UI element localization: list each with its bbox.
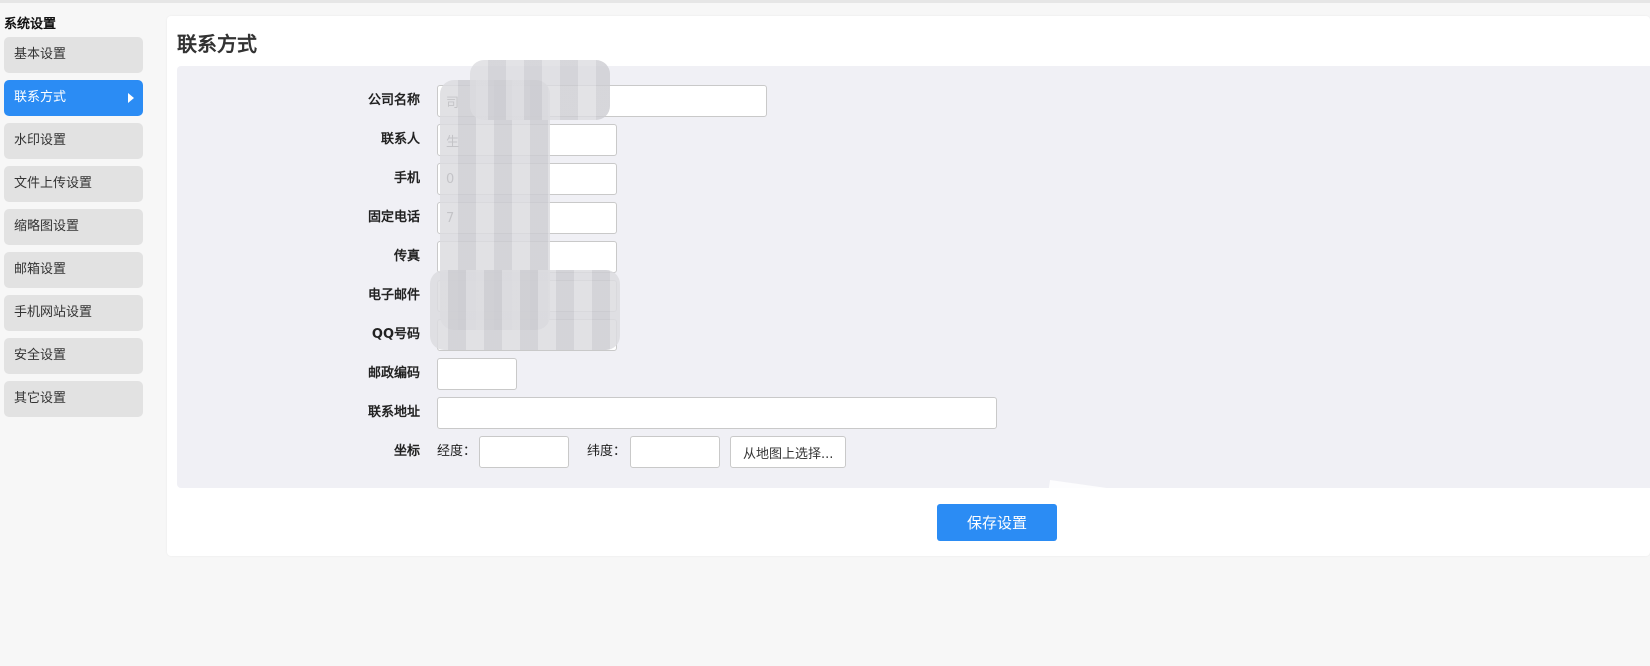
sidebar-item-label: 基本设置 <box>14 47 67 62</box>
longitude-input[interactable] <box>479 436 569 468</box>
sidebar-item-file-upload[interactable]: 文件上传设置 <box>4 166 143 202</box>
form-row-qq: QQ号码 <box>177 319 1177 351</box>
select-from-map-button[interactable]: 从地图上选择... <box>730 436 847 468</box>
coordinates-label: 坐标 <box>393 444 420 459</box>
qq-label: QQ号码 <box>371 327 420 342</box>
sidebar-item-contact[interactable]: 联系方式 <box>4 80 143 116</box>
sidebar-item-mobile-site[interactable]: 手机网站设置 <box>4 295 143 331</box>
sidebar: 系统设置 基本设置 联系方式 水印设置 文件上传设置 缩略图设置 邮箱设置 手机… <box>4 15 144 424</box>
sidebar-item-thumbnail[interactable]: 缩略图设置 <box>4 209 143 245</box>
sidebar-item-label: 手机网站设置 <box>14 305 93 320</box>
sidebar-item-other[interactable]: 其它设置 <box>4 381 143 417</box>
form-row-email: 电子邮件 <box>177 280 1177 312</box>
contact-form: 公司名称 联系人 手机 固定电话 传真 电子邮件 QQ号码 <box>177 66 1650 488</box>
caret-right-icon <box>128 93 134 103</box>
save-settings-button[interactable]: 保存设置 <box>937 504 1057 541</box>
mobile-input[interactable] <box>437 163 617 195</box>
form-row-fax: 传真 <box>177 241 1177 273</box>
sidebar-item-label: 安全设置 <box>14 348 67 363</box>
postcode-input[interactable] <box>437 358 517 390</box>
page-title: 联系方式 <box>177 32 257 56</box>
address-input[interactable] <box>437 397 997 429</box>
sidebar-item-watermark[interactable]: 水印设置 <box>4 123 143 159</box>
form-row-phone: 固定电话 <box>177 202 1177 234</box>
latitude-label: 纬度： <box>587 444 627 459</box>
qq-input[interactable] <box>437 319 617 351</box>
sidebar-title: 系统设置 <box>4 17 57 32</box>
address-label: 联系地址 <box>367 405 420 420</box>
contact-person-label: 联系人 <box>380 132 420 147</box>
form-row-contact-person: 联系人 <box>177 124 1177 156</box>
form-row-coordinates: 坐标 经度： 纬度： 从地图上选择... <box>177 436 1177 468</box>
sidebar-item-label: 其它设置 <box>14 391 67 406</box>
sidebar-item-basic-settings[interactable]: 基本设置 <box>4 37 143 73</box>
form-row-mobile: 手机 <box>177 163 1177 195</box>
fax-label: 传真 <box>393 249 420 264</box>
top-strip <box>0 0 1650 3</box>
fax-input[interactable] <box>437 241 617 273</box>
phone-input[interactable] <box>437 202 617 234</box>
company-name-label: 公司名称 <box>367 93 420 108</box>
sidebar-item-label: 联系方式 <box>14 90 67 105</box>
postcode-label: 邮政编码 <box>367 366 420 381</box>
contact-settings-panel: 联系方式 公司名称 联系人 手机 固定电话 传真 电子邮件 <box>167 16 1650 556</box>
sidebar-item-mailbox[interactable]: 邮箱设置 <box>4 252 143 288</box>
longitude-label: 经度： <box>437 444 477 459</box>
sidebar-item-label: 文件上传设置 <box>14 176 93 191</box>
email-input[interactable] <box>437 280 617 312</box>
form-row-company-name: 公司名称 <box>177 85 1177 117</box>
company-name-input[interactable] <box>437 85 767 117</box>
sidebar-item-label: 水印设置 <box>14 133 67 148</box>
mobile-label: 手机 <box>393 171 420 186</box>
sidebar-item-security[interactable]: 安全设置 <box>4 338 143 374</box>
form-row-address: 联系地址 <box>177 397 1177 429</box>
latitude-input[interactable] <box>630 436 720 468</box>
sidebar-item-label: 邮箱设置 <box>14 262 67 277</box>
phone-label: 固定电话 <box>367 210 420 225</box>
contact-person-input[interactable] <box>437 124 617 156</box>
sidebar-item-label: 缩略图设置 <box>14 219 80 234</box>
email-label: 电子邮件 <box>367 288 420 303</box>
form-row-postcode: 邮政编码 <box>177 358 1177 390</box>
sidebar-list: 基本设置 联系方式 水印设置 文件上传设置 缩略图设置 邮箱设置 手机网站设置 … <box>4 37 144 417</box>
